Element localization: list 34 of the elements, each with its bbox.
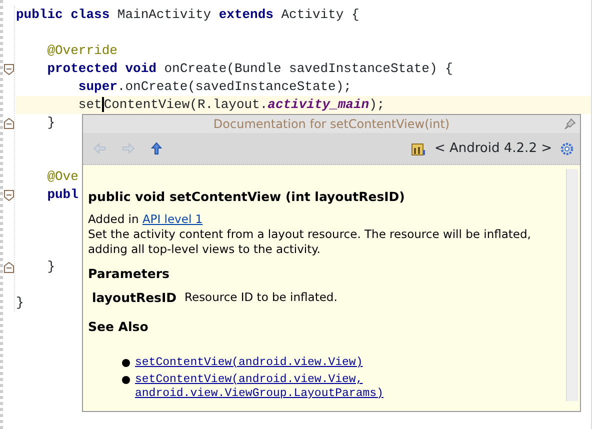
api-level-link[interactable]: API level 1 — [142, 212, 203, 226]
code-line: @Override — [46, 42, 118, 60]
code-line: public class MainActivity extends Activity { — [16, 6, 360, 24]
fold-marker-icon[interactable] — [4, 190, 14, 200]
parameter-name: layoutResID — [92, 290, 177, 305]
code-line: } — [16, 294, 24, 312]
code-line: } — [46, 114, 56, 132]
text-cursor-icon — [102, 97, 104, 112]
fold-marker-icon[interactable] — [4, 118, 14, 128]
platform-selector[interactable]: < Android 4.2.2 > — [434, 138, 552, 158]
bullet-icon — [122, 359, 130, 367]
settings-icon[interactable] — [560, 142, 574, 156]
see-also-link[interactable]: setContentView(android.view.View, android.view.ViewGroup.LayoutParams) — [135, 373, 558, 401]
up-arrow-icon[interactable] — [151, 142, 162, 155]
parameter-description: Resource ID to be inflated. — [184, 290, 338, 305]
library-icon[interactable] — [411, 142, 426, 156]
code-line: set ContentView(R.layout.activity_main); — [77, 96, 385, 114]
bullet-icon — [122, 376, 130, 384]
fold-marker-icon[interactable] — [4, 262, 14, 272]
method-description: Set the activity content from a layout resource. The resource will be inflated, adding all top-level views to the activity. — [88, 227, 532, 257]
parameters-heading: Parameters — [88, 266, 170, 281]
see-also-link[interactable]: setContentView(android.view.View) — [135, 356, 363, 370]
scrollbar[interactable] — [566, 169, 578, 401]
method-signature: public void setContentView (int layoutResID) — [88, 189, 406, 204]
pin-icon[interactable] — [564, 118, 576, 130]
added-in-label: Added in — [88, 212, 140, 226]
popup-title: Documentation for setContentView(int) — [213, 116, 450, 133]
code-line: publ — [46, 186, 78, 204]
see-also-heading: See Also — [88, 319, 150, 334]
code-line: @Ove — [46, 168, 78, 186]
code-line: } — [46, 258, 56, 276]
fold-marker-icon[interactable] — [4, 64, 14, 74]
code-line: protected void onCreate(Bundle savedInstanceState) { — [46, 60, 453, 78]
code-line: super.onCreate(savedInstanceState); — [77, 78, 352, 96]
